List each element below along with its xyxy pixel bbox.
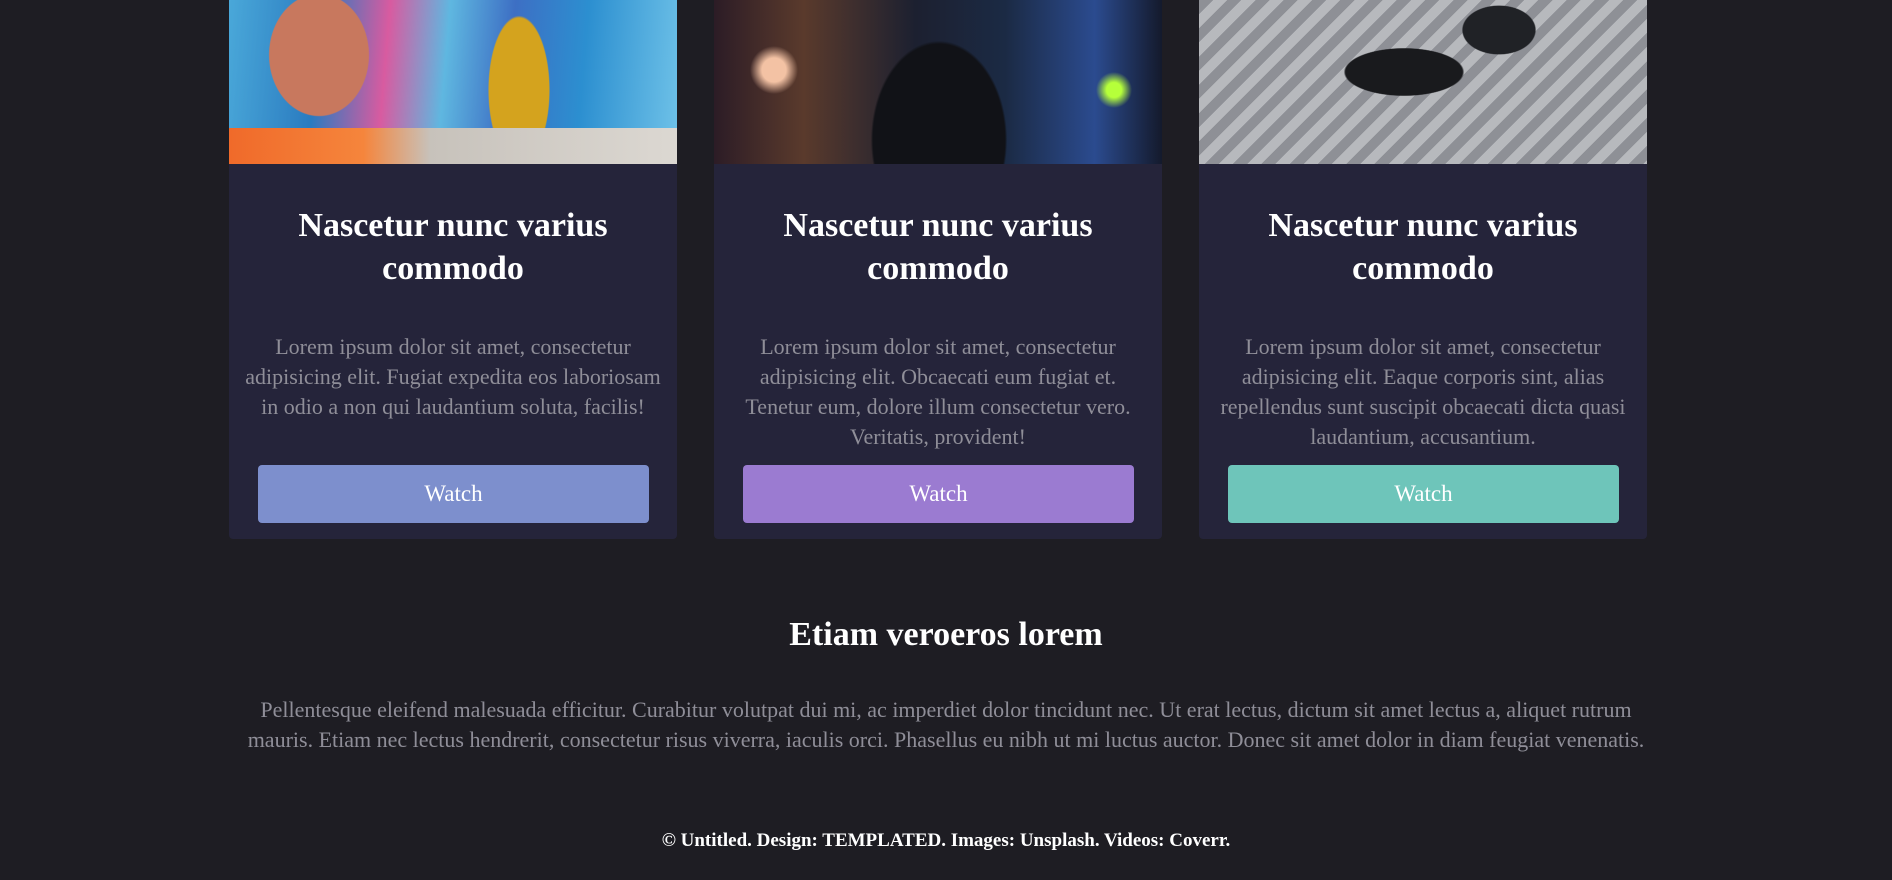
- card-description: Lorem ipsum dolor sit amet, consectetur …: [745, 334, 1131, 449]
- watch-button[interactable]: Watch: [743, 465, 1134, 523]
- card-image[interactable]: [229, 0, 677, 164]
- watch-button[interactable]: Watch: [1228, 465, 1619, 523]
- footer-credits: © Untitled. Design: TEMPLATED. Images: U…: [661, 830, 1231, 851]
- section-text: Pellentesque eleifend malesuada efficitu…: [247, 697, 1645, 752]
- card-title: Nascetur nunc varius commodo: [298, 207, 608, 287]
- video-card: Nascetur nunc varius commodo Lorem ipsum…: [714, 0, 1162, 539]
- card-description: Lorem ipsum dolor sit amet, consectetur …: [245, 334, 661, 419]
- card-title: Nascetur nunc varius commodo: [783, 207, 1093, 287]
- video-card: Nascetur nunc varius commodo Lorem ipsum…: [1199, 0, 1647, 539]
- card-title: Nascetur nunc varius commodo: [1268, 207, 1578, 287]
- card-description: Lorem ipsum dolor sit amet, consectetur …: [1220, 334, 1626, 449]
- card-grid: Nascetur nunc varius commodo Lorem ipsum…: [229, 0, 1647, 539]
- card-image[interactable]: [1199, 0, 1647, 164]
- watch-button[interactable]: Watch: [258, 465, 649, 523]
- video-card: Nascetur nunc varius commodo Lorem ipsum…: [229, 0, 677, 539]
- card-image[interactable]: [714, 0, 1162, 164]
- section-title: Etiam veroeros lorem: [789, 616, 1103, 653]
